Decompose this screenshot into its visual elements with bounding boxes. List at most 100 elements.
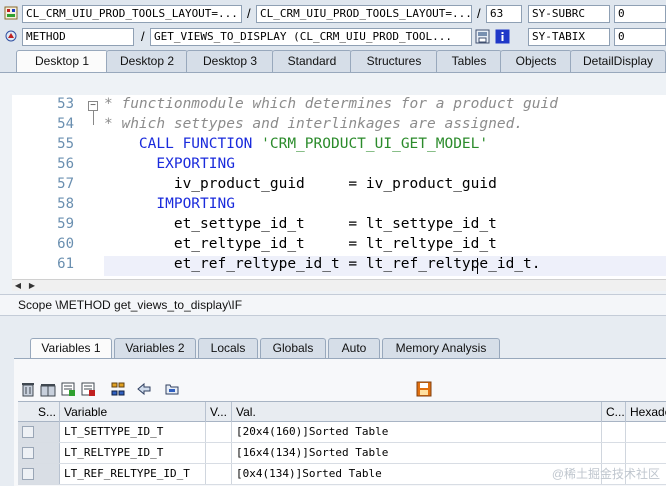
line-number: 58 (57, 196, 74, 212)
line-number: 60 (57, 236, 74, 252)
col-header-status[interactable]: S... (18, 402, 60, 422)
value-cell[interactable]: [16x4(134)]Sorted Table (232, 443, 602, 463)
class-icon (4, 6, 20, 21)
sysvar-name-field[interactable]: SY-SUBRC (528, 5, 610, 23)
line-number: 56 (57, 156, 74, 172)
col-header-value[interactable]: Val. (232, 402, 602, 422)
scroll-right-icon[interactable]: ▶ (26, 280, 38, 291)
line-number: 55 (57, 136, 74, 152)
code-token: iv_product_guid = iv_product_guid (104, 176, 497, 192)
code-line[interactable]: et_settype_id_t = lt_settype_id_t (104, 216, 497, 232)
code-line[interactable]: IMPORTING (104, 196, 235, 212)
desktop-tabstrip: Desktop 1 Desktop 2 Desktop 3 Standard S… (0, 50, 666, 73)
watermark: @稀土掘金技术社区 (551, 467, 660, 481)
code-line[interactable]: * which settypes and interlinkages are a… (104, 116, 523, 132)
code-line[interactable]: * functionmodule which determines for a … (104, 96, 558, 112)
hierarchy-icon[interactable] (110, 381, 126, 397)
scroll-left-icon[interactable]: ◀ (12, 280, 24, 291)
col-header-hexadecimal[interactable]: Hexade (626, 402, 666, 422)
line-number: 54 (57, 116, 74, 132)
row-selector[interactable] (18, 443, 60, 463)
tab-desktop-3[interactable]: Desktop 3 (186, 50, 274, 72)
info-row-1: CL_CRM_UIU_PROD_TOOLS_LAYOUT=... / CL_CR… (0, 3, 666, 23)
collapse-block-icon[interactable]: − (88, 101, 98, 111)
tab-variables-2[interactable]: Variables 2 (114, 338, 196, 358)
code-token: et_reltype_id_t = lt_reltype_id_t (104, 236, 497, 252)
delete-icon[interactable] (20, 381, 36, 397)
save-variables-icon[interactable] (60, 381, 76, 397)
row-selector[interactable] (18, 422, 60, 442)
value-cell[interactable]: [20x4(160)]Sorted Table (232, 422, 602, 442)
tab-desktop-1[interactable]: Desktop 1 (16, 50, 108, 73)
code-token: EXPORTING (104, 156, 235, 172)
col-header-v[interactable]: V... (206, 402, 232, 422)
tab-locals[interactable]: Locals (198, 338, 258, 358)
v-cell (206, 443, 232, 463)
tab-structures[interactable]: Structures (350, 50, 438, 72)
code-line[interactable]: CALL FUNCTION 'CRM_PRODUCT_UI_GET_MODEL' (104, 136, 488, 152)
variable-cell[interactable]: LT_RELTYPE_ID_T (60, 443, 206, 463)
row-select-box[interactable] (22, 426, 34, 438)
load-variables-icon[interactable] (80, 381, 96, 397)
source-editor-frame: − 53 * functionmodule which determines fo… (0, 72, 666, 294)
separator: / (141, 29, 145, 44)
code-line[interactable]: iv_product_guid = iv_product_guid (104, 176, 497, 192)
sysvar-value-field-2[interactable]: 0 (614, 28, 666, 46)
hex-cell (626, 422, 666, 442)
program-field[interactable]: CL_CRM_UIU_PROD_TOOLS_LAYOUT=... (22, 5, 242, 23)
separator: / (477, 6, 481, 21)
tab-objects[interactable]: Objects (500, 50, 572, 72)
grid-header: S... Variable V... Val. C... Hexade (18, 401, 666, 422)
table-row[interactable]: LT_RELTYPE_ID_T [16x4(134)]Sorted Table (18, 443, 666, 464)
col-header-variable[interactable]: Variable (60, 402, 206, 422)
include-field[interactable]: CL_CRM_UIU_PROD_TOOLS_LAYOUT=... (256, 5, 472, 23)
code-line[interactable]: et_ref_reltype_id_t = lt_ref_reltype_id_… (104, 256, 541, 272)
v-cell (206, 422, 232, 442)
row-selector[interactable] (18, 464, 60, 484)
tab-variables-1[interactable]: Variables 1 (30, 338, 112, 358)
code-token: * functionmodule which determines for a … (104, 96, 558, 112)
sysvar-name-field-2[interactable]: SY-TABIX (528, 28, 610, 46)
fold-guide (93, 111, 94, 125)
line-number: 53 (57, 96, 74, 112)
c-cell (602, 443, 626, 463)
variable-cell[interactable]: LT_SETTYPE_ID_T (60, 422, 206, 442)
tab-auto[interactable]: Auto (328, 338, 380, 358)
info-row-2: METHOD / GET_VIEWS_TO_DISPLAY (CL_CRM_UI… (0, 26, 666, 46)
tab-memory-analysis[interactable]: Memory Analysis (382, 338, 500, 358)
code-token: et_ref_reltype_id_t = lt_ref_reltype_id_… (104, 256, 541, 272)
info-icon[interactable] (495, 29, 511, 44)
tab-standard[interactable]: Standard (272, 50, 352, 72)
folder-icon[interactable] (164, 381, 180, 397)
c-cell (602, 422, 626, 442)
variable-cell[interactable]: LT_REF_RELTYPE_ID_T (60, 464, 206, 484)
line-number: 61 (57, 256, 74, 272)
editor-left-gutter (0, 95, 12, 279)
sysvar-value-field[interactable]: 0 (614, 5, 666, 23)
separator: / (247, 6, 251, 21)
variables-area: Variables 1 Variables 2 Locals Globals A… (0, 316, 666, 486)
value-cell[interactable]: [0x4(134)]Sorted Table (232, 464, 602, 484)
save-icon[interactable] (416, 381, 432, 397)
line-number-field[interactable]: 63 (486, 5, 522, 23)
save-layout-icon[interactable] (475, 29, 491, 44)
navigate-icon[interactable] (136, 381, 152, 397)
tab-detaildisplay[interactable]: DetailDisplay (570, 50, 666, 72)
method-name-field[interactable]: GET_VIEWS_TO_DISPLAY (CL_CRM_UIU_PROD_TO… (150, 28, 472, 46)
hex-cell (626, 443, 666, 463)
source-code-editor[interactable]: − 53 * functionmodule which determines fo… (12, 95, 666, 279)
delete-all-icon[interactable] (40, 381, 56, 397)
code-token: * which settypes and interlinkages are a… (104, 116, 524, 132)
tab-globals[interactable]: Globals (260, 338, 326, 358)
row-select-box[interactable] (22, 468, 34, 480)
tab-tables[interactable]: Tables (436, 50, 502, 72)
code-line[interactable]: et_reltype_id_t = lt_reltype_id_t (104, 236, 497, 252)
code-token: 'CRM_PRODUCT_UI_GET_MODEL' (261, 136, 489, 152)
tab-desktop-2[interactable]: Desktop 2 (106, 50, 188, 72)
row-select-box[interactable] (22, 447, 34, 459)
event-type-field[interactable]: METHOD (22, 28, 134, 46)
table-row[interactable]: LT_SETTYPE_ID_T [20x4(160)]Sorted Table (18, 422, 666, 443)
col-header-c[interactable]: C... (602, 402, 626, 422)
code-line[interactable]: EXPORTING (104, 156, 235, 172)
editor-horizontal-scrollbar[interactable]: ◀ ▶ (12, 279, 666, 291)
